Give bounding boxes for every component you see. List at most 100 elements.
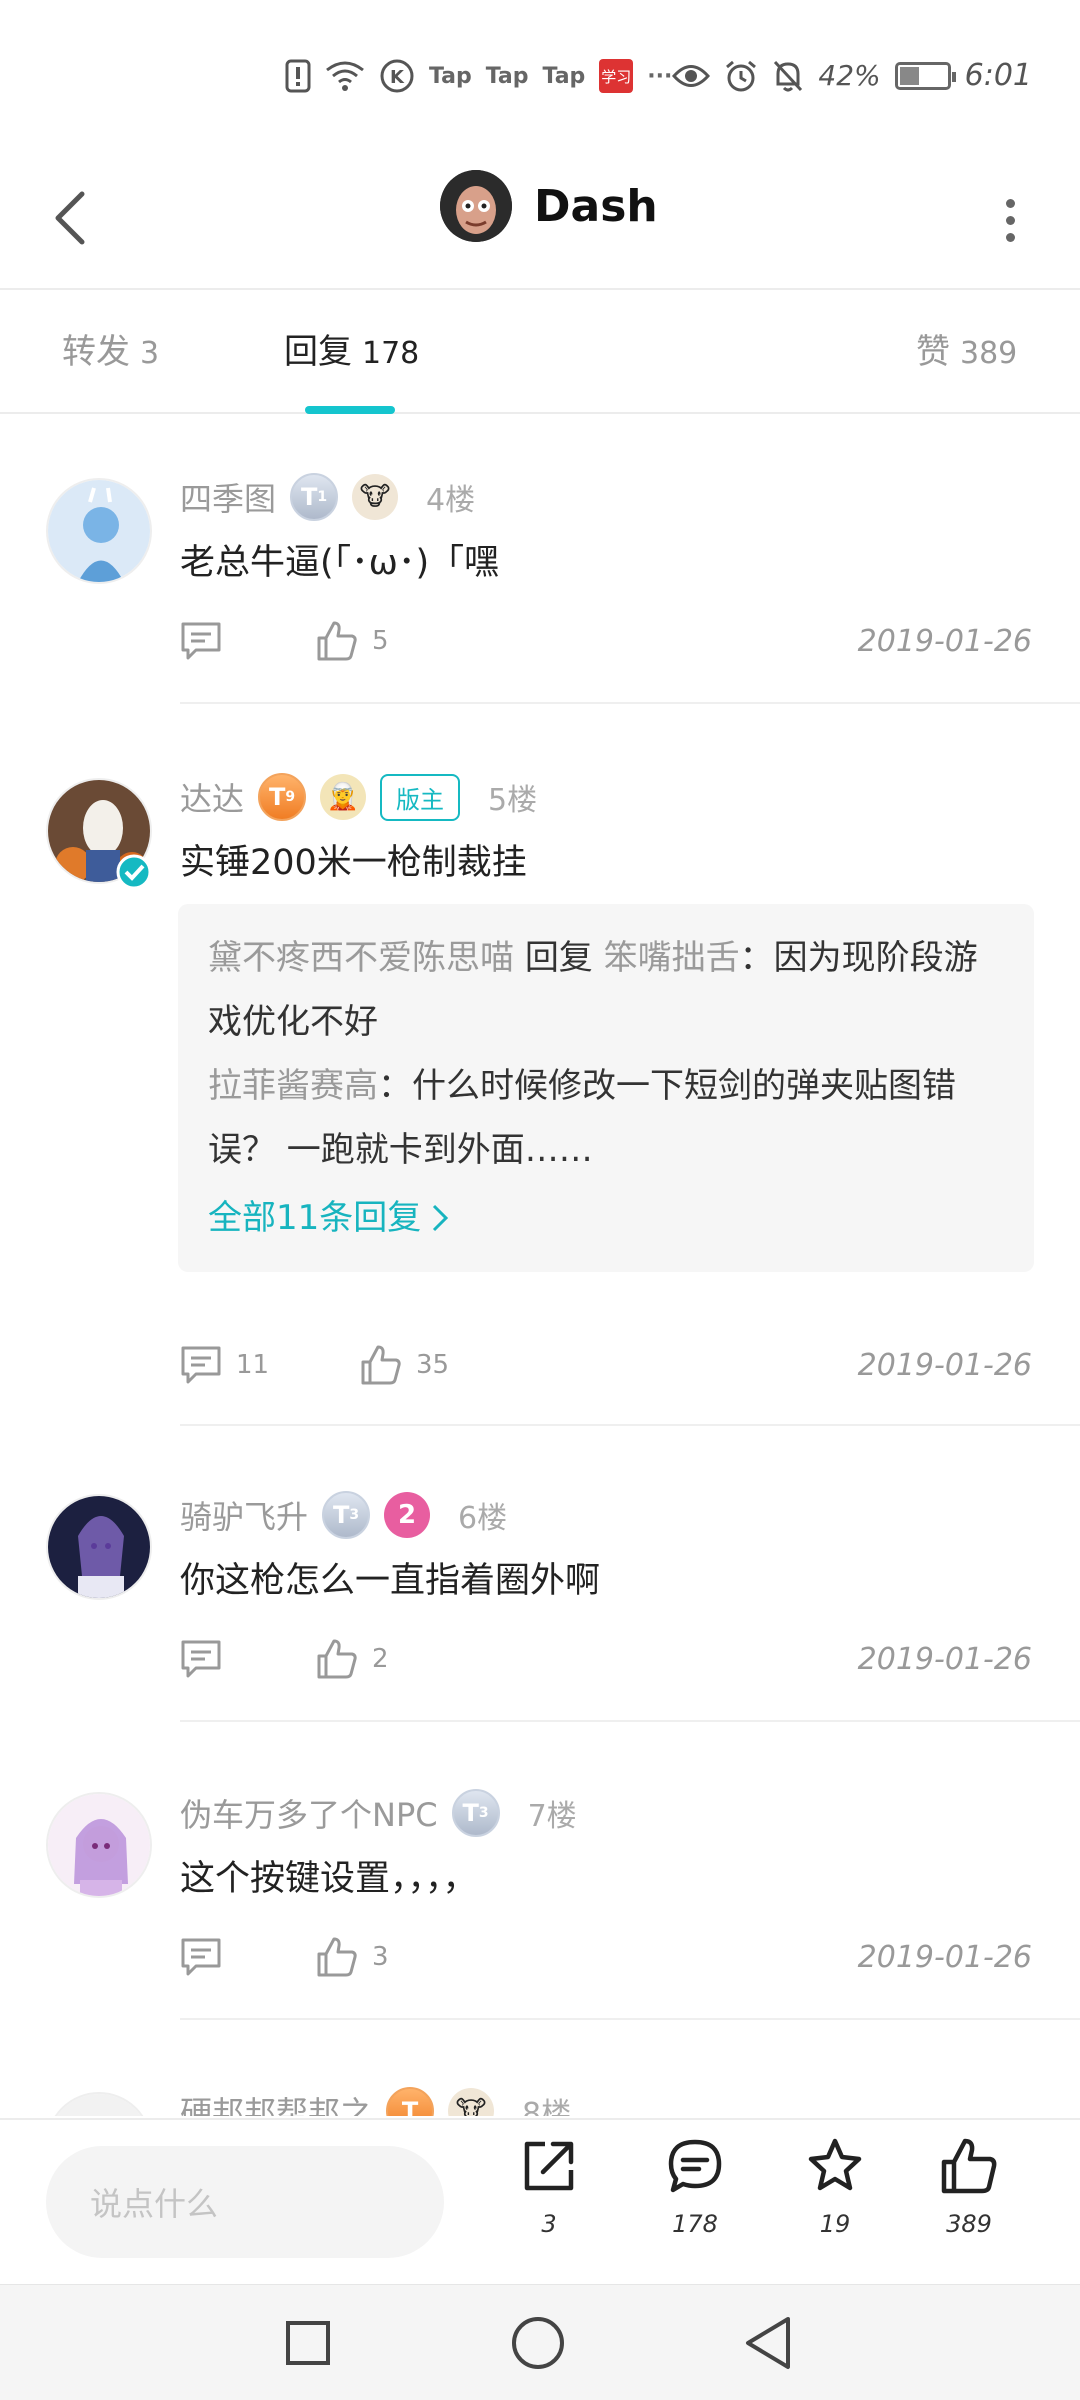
more-notifications: ··· — [647, 63, 673, 89]
status-right: 42% 6:01 — [672, 58, 1032, 93]
reply-preview[interactable]: 黛不疼西不爱陈思喵 回复 笨嘴拙舌：因为现阶段游戏优化不好 拉菲酱赛高：什么时候… — [178, 904, 1034, 1272]
home-button[interactable] — [508, 2313, 568, 2373]
level-letter: T — [462, 1799, 479, 1827]
reply-button[interactable]: 11 — [180, 1344, 269, 1386]
tab-forwards[interactable]: 转发 3 — [62, 324, 159, 373]
reply-button[interactable] — [180, 1638, 236, 1680]
reply-preview-item: 拉菲酱赛高：什么时候修改一下短剑的弹夹贴图错误？ 一跑就卡到外面…… — [208, 1054, 1004, 1182]
reply-target-username[interactable]: 笨嘴拙舌 — [604, 938, 740, 978]
floor-number: 7楼 — [527, 1799, 577, 1834]
moderator-badge: 版主 — [380, 773, 461, 821]
page-title: Dash — [534, 180, 658, 232]
divider — [180, 1424, 1080, 1426]
tab-likes[interactable]: 赞 389 — [916, 324, 1017, 373]
divider — [180, 1720, 1080, 1722]
level-letter: T — [300, 483, 318, 511]
all-replies-link[interactable]: 全部11条回复 — [208, 1186, 1004, 1250]
comment-button[interactable]: 178 — [640, 2136, 750, 2238]
like-button[interactable]: 2 — [316, 1638, 389, 1680]
level-number: 3 — [349, 1507, 360, 1523]
like-button[interactable]: 3 — [316, 1936, 389, 1978]
more-dot-icon — [1005, 215, 1015, 225]
alert-icon — [285, 59, 311, 93]
favorite-button[interactable]: 19 — [780, 2136, 890, 2238]
reply-count: 11 — [236, 1350, 270, 1380]
like-count: 389 — [946, 2210, 992, 2238]
wifi-icon — [325, 60, 365, 92]
tab-count: 3 — [140, 336, 160, 371]
favorite-count: 19 — [819, 2210, 851, 2238]
comment-icon — [181, 1640, 221, 1678]
user-line: 伪车万多了个NPC T3 7楼 — [180, 1788, 577, 1838]
username[interactable]: 伪车万多了个NPC — [180, 1790, 438, 1836]
like-post-button[interactable]: 389 — [914, 2136, 1024, 2238]
battery-icon — [894, 61, 956, 90]
user-avatar[interactable] — [46, 1494, 152, 1600]
level-badge: T3 — [451, 1789, 500, 1837]
reply-keyword: 回复 — [524, 938, 593, 978]
reply-button[interactable] — [180, 620, 236, 662]
like-button[interactable]: 35 — [360, 1344, 449, 1386]
share-button[interactable]: 3 — [494, 2136, 604, 2238]
system-back-button[interactable] — [738, 2313, 798, 2373]
chevron-left-icon — [55, 191, 85, 245]
thumb-up-icon — [361, 1345, 401, 1385]
comment-text: 实锤200米一枪制裁挂 — [180, 843, 527, 883]
comment-input-placeholder: 说点什么 — [90, 2185, 219, 2223]
level-letter: T — [332, 1501, 350, 1529]
comment-text: 老总牛逼(「･ω･)「嘿 — [180, 543, 500, 583]
chat-bubble-icon — [668, 2139, 722, 2193]
status-left: K Tap Tap Tap 学习 ··· — [285, 58, 672, 94]
like-count: 5 — [372, 626, 389, 656]
recent-apps-button[interactable] — [278, 2313, 338, 2373]
back-button[interactable] — [40, 178, 100, 258]
author-avatar[interactable] — [440, 170, 512, 242]
level-badge: T3 — [322, 1491, 371, 1539]
tab-replies[interactable]: 回复 178 — [284, 324, 419, 373]
comment-actions: 3 2019-01-26 — [180, 1936, 1032, 1986]
system-navigation-bar — [0, 2284, 1080, 2400]
star-icon — [808, 2138, 862, 2191]
user-avatar[interactable] — [46, 478, 152, 584]
comment-actions: 11 35 2019-01-26 — [180, 1344, 1032, 1394]
divider — [180, 702, 1080, 704]
svg-text:K: K — [390, 67, 405, 88]
comment-item: 四季图 T1 🐮 4楼 老总牛逼(「･ω･)「嘿 5 2019-01-26 — [0, 416, 1080, 714]
post-author[interactable]: Dash — [440, 170, 658, 242]
top-app-bar: Dash — [0, 150, 1080, 290]
user-avatar[interactable] — [46, 1792, 152, 1898]
k-app-icon: K — [379, 58, 415, 94]
character-medal-icon: 🧝 — [320, 774, 367, 820]
comment-list[interactable]: 四季图 T1 🐮 4楼 老总牛逼(「･ω･)「嘿 5 2019-01-26 达达 — [0, 416, 1080, 2116]
like-button[interactable]: 5 — [316, 620, 389, 662]
more-menu-button[interactable] — [980, 190, 1040, 250]
username[interactable]: 骑驴飞升 — [180, 1492, 308, 1538]
comment-item: 骑驴飞升 T3 2 6楼 你这枪怎么一直指着圈外啊 2 2019-01-26 — [0, 1434, 1080, 1732]
reply-username[interactable]: 拉菲酱赛高 — [208, 1066, 378, 1106]
user-avatar[interactable] — [46, 2092, 152, 2116]
level-number: 1 — [317, 489, 328, 505]
reply-button[interactable] — [180, 1936, 236, 1978]
taptap-notification-1: Tap — [429, 63, 472, 89]
cow-medal-icon: 🐮 — [352, 474, 399, 520]
username[interactable]: 达达 — [180, 774, 244, 820]
floor-number: 8楼 — [522, 2097, 572, 2116]
reply-username[interactable]: 黛不疼西不爱陈思喵 — [208, 938, 514, 978]
study-app-badge: 学习 — [599, 59, 634, 93]
tab-label: 赞 — [916, 332, 950, 372]
eye-icon — [672, 63, 711, 89]
square-icon — [286, 2321, 330, 2365]
taptap-notification-2: Tap — [485, 63, 529, 89]
thumb-up-icon — [317, 621, 357, 661]
comment-date: 2019-01-26 — [857, 1348, 1032, 1383]
username[interactable]: 四季图 — [180, 474, 276, 520]
battery-fill — [899, 66, 919, 85]
level-badge: T9 — [258, 773, 307, 821]
username[interactable]: 硬邦邦帮邦之 — [180, 2088, 372, 2116]
number-medal-badge: 2 — [384, 1492, 431, 1538]
comment-item: 达达 T9 🧝 版主 5楼 实锤200米一枪制裁挂 黛不疼西不爱陈思喵 回复 笨… — [0, 714, 1080, 1434]
tab-label: 回复 — [284, 332, 352, 372]
all-replies-label: 全部11条回复 — [208, 1198, 422, 1238]
comment-input[interactable]: 说点什么 — [46, 2146, 444, 2258]
more-dot-icon — [1005, 232, 1015, 242]
